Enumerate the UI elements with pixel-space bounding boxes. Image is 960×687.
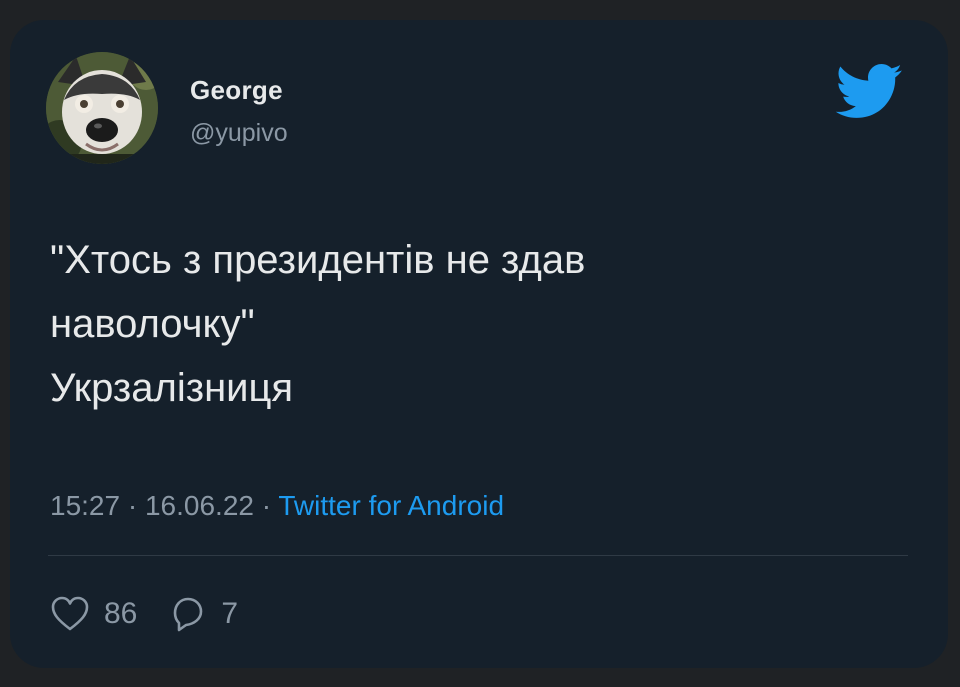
tweet-text-line: "Хтось з президентів не здав — [50, 238, 586, 282]
husky-dog-avatar-image — [46, 52, 158, 164]
tweet-actions: 86 7 — [50, 592, 238, 636]
tweet-text: "Хтось з президентів не здав наволочку" … — [50, 228, 910, 420]
like-button[interactable]: 86 — [50, 595, 137, 633]
like-count: 86 — [104, 597, 138, 630]
reply-button[interactable]: 7 — [167, 595, 238, 633]
tweet-text-line: Укрзалізниця — [50, 366, 294, 410]
heart-icon — [51, 596, 89, 631]
tweet-card: George @yupivo "Хтось з президентів не з… — [10, 20, 948, 668]
comment-icon — [174, 597, 203, 632]
reply-count: 7 — [221, 597, 239, 630]
tweet-time[interactable]: 15:27 — [50, 490, 120, 521]
tweet-source-link[interactable]: Twitter for Android — [278, 490, 504, 521]
meta-separator: · — [127, 490, 145, 521]
author-display-name[interactable]: George — [190, 75, 283, 106]
tweet-date[interactable]: 16.06.22 — [145, 490, 254, 521]
author-handle[interactable]: @yupivo — [190, 119, 288, 148]
meta-separator: · — [261, 490, 279, 521]
twitter-bird-icon[interactable] — [828, 56, 908, 126]
divider — [48, 555, 908, 556]
tweet-metadata: 15:27 · 16.06.22 · Twitter for Android — [50, 490, 504, 522]
avatar[interactable] — [46, 52, 158, 164]
tweet-text-line: наволочку" — [50, 302, 255, 346]
